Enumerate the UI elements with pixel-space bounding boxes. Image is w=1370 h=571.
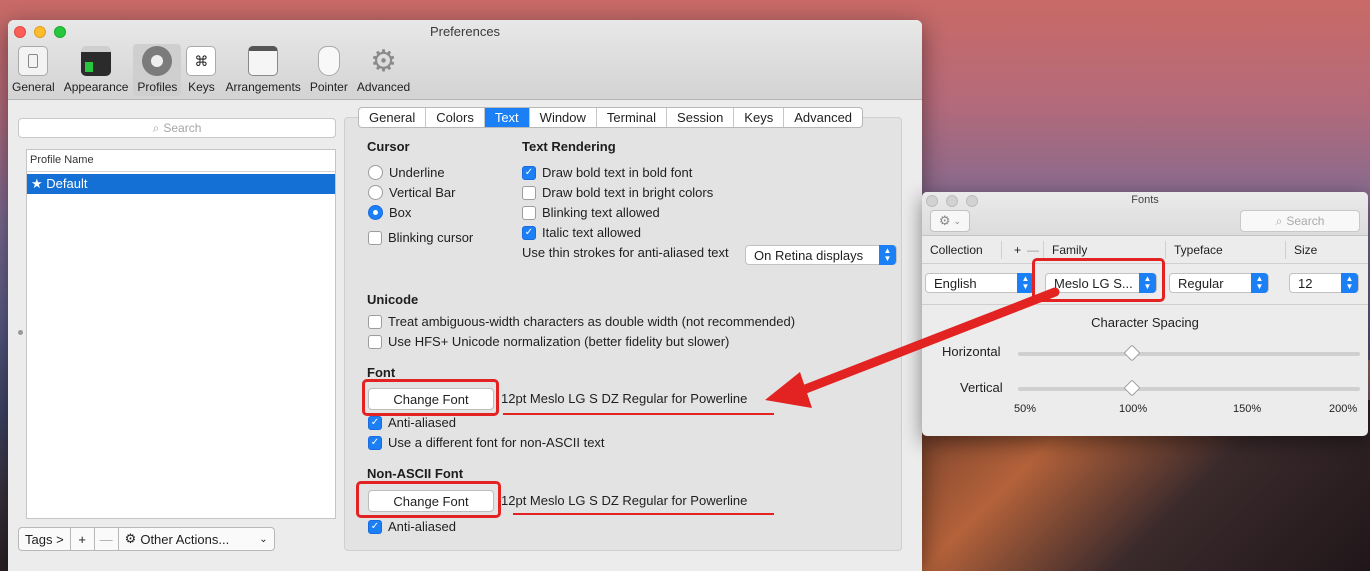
annotation-arrow <box>765 287 1060 408</box>
